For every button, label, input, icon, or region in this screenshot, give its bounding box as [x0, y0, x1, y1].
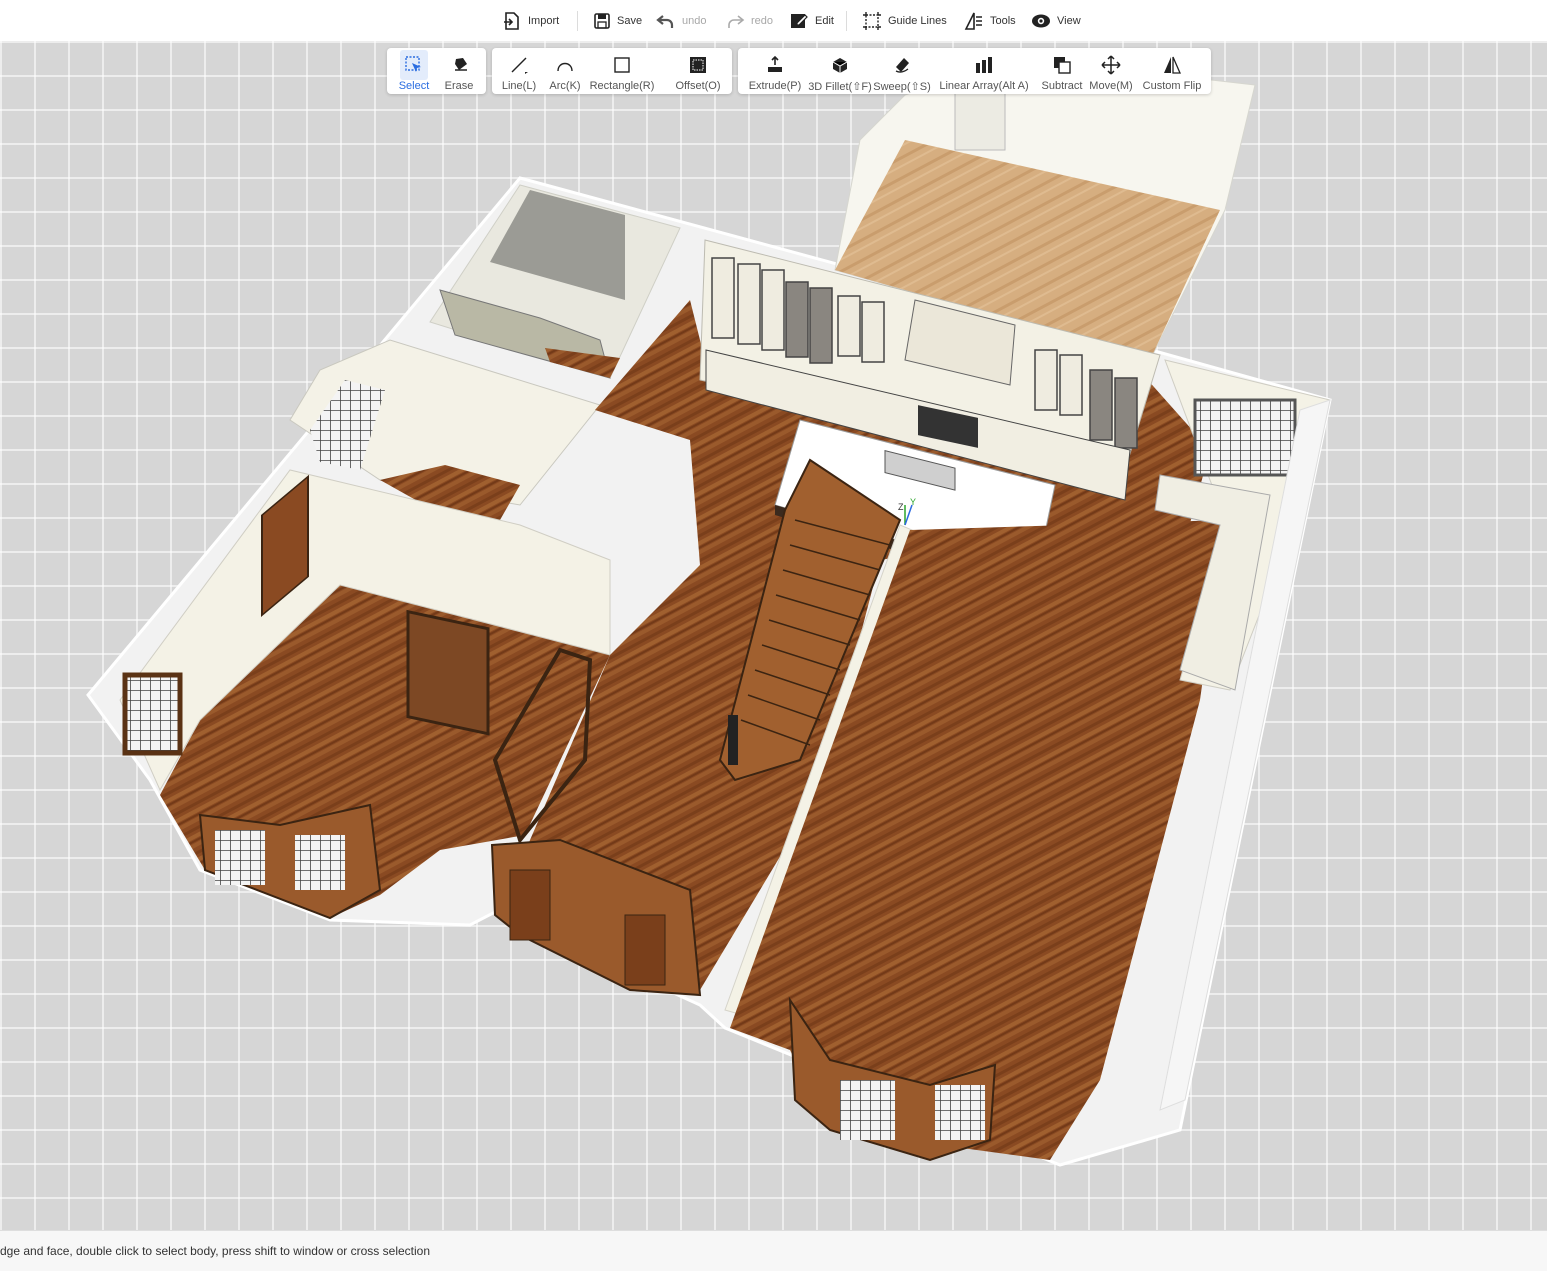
- move-tool[interactable]: Move(M): [1086, 48, 1136, 94]
- status-hint-text: dge and face, double click to select bod…: [0, 1244, 431, 1258]
- line-tool[interactable]: Line(L): [498, 48, 540, 94]
- cursor-icon: [405, 56, 421, 72]
- toolbar-divider: [846, 11, 847, 31]
- linear-array-icon: [976, 57, 992, 73]
- undo-button[interactable]: undo: [656, 10, 706, 32]
- select-tool-label: Select: [398, 80, 430, 92]
- extrude-tool[interactable]: Extrude(P): [744, 48, 806, 94]
- linear-array-tool[interactable]: Linear Array(Alt A): [936, 48, 1032, 94]
- stair-newel-post: [728, 715, 738, 765]
- right-window: [1193, 398, 1297, 477]
- save-button[interactable]: Save: [593, 10, 642, 32]
- import-label: Import: [528, 15, 560, 27]
- guide-lines-button[interactable]: Guide Lines: [862, 10, 947, 32]
- 3d-fillet-tool[interactable]: 3D Fillet(⇧F): [808, 48, 872, 94]
- fillet-icon: [832, 58, 848, 73]
- bay-window-right-grid-1: [840, 1080, 895, 1140]
- offset-icon: [690, 57, 706, 73]
- tools-label: Tools: [990, 15, 1016, 27]
- bay-window-grid-2: [295, 835, 345, 890]
- tools-button[interactable]: Tools: [964, 10, 1016, 32]
- undo-icon: [656, 15, 674, 28]
- offset-tool-label: Offset(O): [675, 80, 721, 92]
- subtract-tool[interactable]: Subtract: [1037, 48, 1087, 94]
- redo-icon: [728, 15, 745, 28]
- axis-z-label: Z: [898, 502, 904, 512]
- entry-door-panel-left: [509, 869, 551, 941]
- edit-button[interactable]: Edit: [789, 10, 834, 32]
- move-icon: [1101, 55, 1121, 75]
- undo-label: undo: [682, 15, 707, 27]
- import-button[interactable]: Import: [502, 10, 559, 32]
- sweep-tool-label: Sweep(⇧S): [873, 81, 931, 93]
- selection-tools: Select Erase: [387, 48, 486, 94]
- custom-flip-tool-label: Custom Flip: [1142, 80, 1202, 92]
- flip-icon: [1164, 56, 1181, 74]
- subtract-icon: [1054, 57, 1071, 74]
- view-button[interactable]: View: [1031, 10, 1081, 32]
- extrude-icon: [768, 55, 782, 72]
- import-icon: [504, 12, 519, 30]
- erase-tool-label: Erase: [444, 80, 474, 92]
- custom-flip-tool[interactable]: Custom Flip: [1138, 48, 1206, 94]
- redo-label: redo: [751, 15, 774, 27]
- redo-button[interactable]: redo: [725, 10, 773, 32]
- 3d-viewport[interactable]: Z Y: [0, 41, 1547, 1230]
- 3d-fillet-tool-label: 3D Fillet(⇧F): [808, 81, 872, 93]
- left-room-door: [406, 609, 490, 736]
- edit-icon: [791, 14, 808, 28]
- modeling-tools: Extrude(P) 3D Fillet(⇧F) Sweep(⇧S) Linea…: [738, 48, 1211, 94]
- entry-door-panel-right: [624, 914, 666, 986]
- save-icon: [594, 13, 610, 29]
- floor-plan-model[interactable]: Z Y: [0, 41, 1547, 1230]
- sweep-icon: [895, 58, 909, 73]
- bay-window-grid-1: [215, 830, 265, 885]
- extrude-tool-label: Extrude(P): [748, 80, 802, 92]
- subtract-tool-label: Subtract: [1041, 80, 1083, 92]
- rectangle-tool[interactable]: Rectangle(R): [590, 48, 654, 94]
- rectangle-icon: [614, 57, 630, 73]
- view-label: View: [1057, 15, 1081, 27]
- guide-lines-icon: [863, 12, 881, 30]
- toolbar-divider: [577, 11, 578, 31]
- left-window-side: [122, 672, 183, 756]
- rectangle-tool-label: Rectangle(R): [589, 80, 655, 92]
- arc-icon: [557, 62, 573, 72]
- status-bar: dge and face, double click to select bod…: [0, 1230, 1547, 1271]
- edit-label: Edit: [815, 15, 834, 27]
- axis-y-label: Y: [910, 497, 916, 507]
- line-tool-label: Line(L): [501, 80, 537, 92]
- bay-window-right-grid-2: [935, 1085, 985, 1140]
- move-tool-label: Move(M): [1089, 80, 1133, 92]
- sweep-tool[interactable]: Sweep(⇧S): [873, 48, 931, 94]
- top-toolbar: Import Save undo redo Edit Guide Lines T…: [0, 0, 1547, 42]
- eye-icon: [1032, 14, 1050, 28]
- guide-lines-label: Guide Lines: [888, 15, 947, 27]
- linear-array-tool-label: Linear Array(Alt A): [939, 80, 1029, 92]
- offset-tool[interactable]: Offset(O): [672, 48, 724, 94]
- eraser-icon: [455, 58, 467, 71]
- drawing-tools: Line(L) Arc(K) Rectangle(R) Offset(O): [492, 48, 732, 94]
- tools-icon: [964, 12, 982, 30]
- line-icon: [511, 57, 528, 74]
- arc-tool[interactable]: Arc(K): [544, 48, 586, 94]
- select-tool[interactable]: Select: [393, 48, 435, 94]
- save-label: Save: [617, 15, 643, 27]
- erase-tool[interactable]: Erase: [438, 48, 480, 94]
- arc-tool-label: Arc(K): [549, 80, 581, 92]
